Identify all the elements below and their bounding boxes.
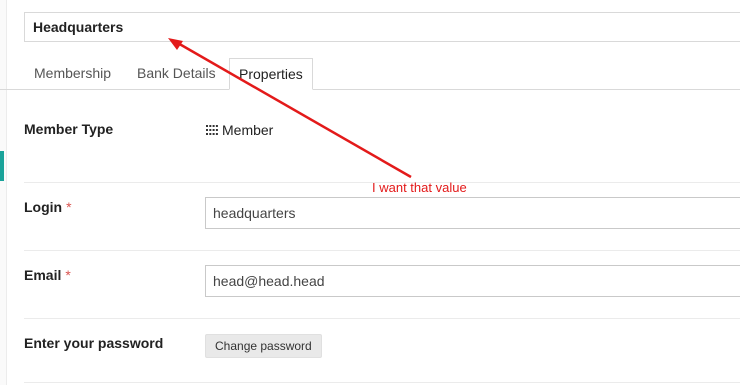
password-label: Enter your password	[24, 335, 164, 351]
password-row: Enter your password Change password	[24, 334, 740, 364]
grid-icon	[206, 125, 218, 136]
row-divider	[24, 318, 740, 319]
login-row: Login * headquarters	[24, 196, 740, 236]
email-label-text: Email	[24, 267, 62, 283]
row-divider	[24, 250, 740, 251]
active-indicator	[0, 151, 4, 181]
member-type-row: Member Type Member	[24, 120, 740, 160]
email-row: Email * head@head.head	[24, 264, 740, 304]
member-type-text: Member	[222, 122, 274, 138]
left-rail	[0, 0, 7, 385]
tab-membership[interactable]: Membership	[28, 58, 117, 88]
record-title-field[interactable]: Headquarters	[24, 12, 740, 42]
tab-properties[interactable]: Properties	[229, 58, 313, 90]
login-input[interactable]: headquarters	[205, 197, 740, 229]
annotation-text: I want that value	[372, 180, 467, 195]
email-label: Email *	[24, 267, 71, 283]
member-type-label: Member Type	[24, 121, 114, 137]
tab-bank-details[interactable]: Bank Details	[131, 58, 222, 88]
required-mark: *	[65, 267, 71, 283]
form-page: Headquarters Membership Bank Details Pro…	[0, 0, 740, 385]
tabs-divider	[0, 89, 740, 90]
required-mark: *	[66, 199, 72, 215]
email-input[interactable]: head@head.head	[205, 265, 740, 297]
login-label: Login *	[24, 199, 72, 215]
member-type-value: Member	[206, 122, 273, 138]
tabs-bar: Membership Bank Details Properties	[24, 58, 740, 90]
row-divider	[24, 382, 740, 383]
login-label-text: Login	[24, 199, 63, 215]
change-password-button[interactable]: Change password	[205, 334, 322, 358]
